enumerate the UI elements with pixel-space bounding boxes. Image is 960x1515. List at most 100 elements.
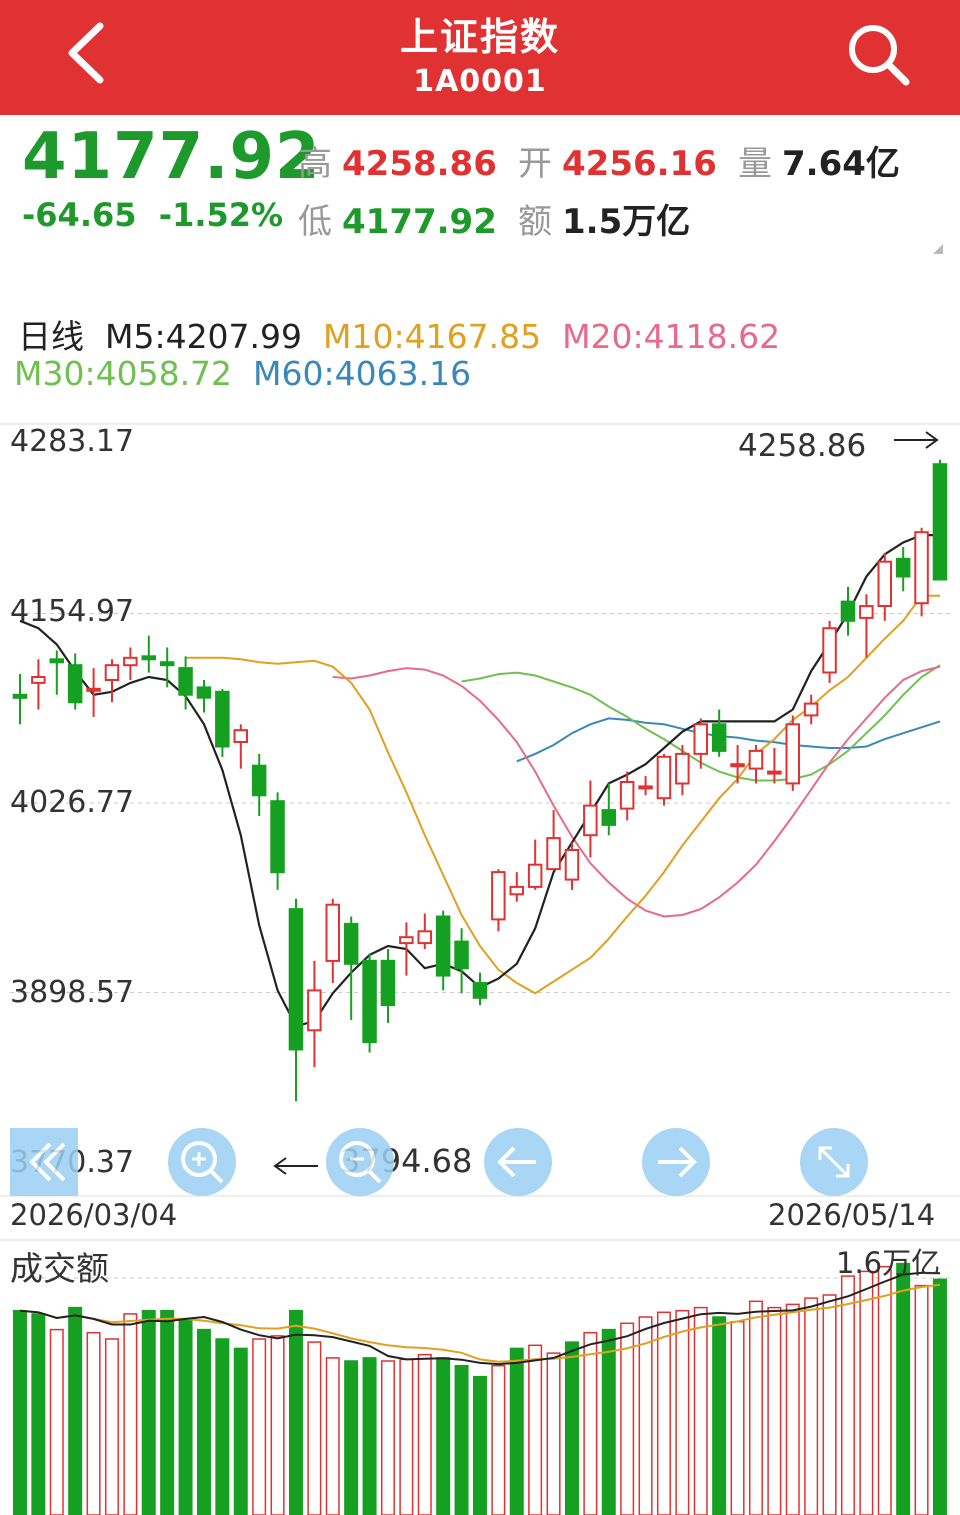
y-label-3: 4026.77 bbox=[10, 785, 135, 820]
volume-bar-up bbox=[675, 1309, 690, 1515]
volume-bar-down bbox=[233, 1347, 248, 1515]
volume-bar-up bbox=[252, 1338, 267, 1515]
volume-bar-up bbox=[49, 1328, 64, 1515]
volume-bar-up bbox=[859, 1270, 874, 1515]
zoom-in-icon[interactable] bbox=[168, 1128, 236, 1196]
volume-bar-up bbox=[730, 1320, 745, 1515]
candle-up bbox=[693, 723, 708, 755]
volume-bar-up bbox=[693, 1306, 708, 1515]
volume-bar-down bbox=[196, 1328, 211, 1515]
volume-bar-down bbox=[436, 1357, 451, 1515]
ma-line-m5 bbox=[19, 533, 940, 1028]
candle-up bbox=[730, 763, 745, 768]
candle-up bbox=[509, 885, 524, 896]
volume-bar-up bbox=[399, 1358, 414, 1515]
volume-bar-up bbox=[877, 1265, 892, 1515]
volume-bar-up bbox=[840, 1275, 855, 1515]
candle-up bbox=[656, 755, 672, 800]
volume-bar-up bbox=[380, 1360, 395, 1515]
volume-bar-up bbox=[914, 1284, 929, 1515]
candle-up bbox=[914, 531, 929, 605]
candle-up bbox=[583, 804, 598, 837]
candle-down bbox=[215, 690, 230, 748]
candle-down bbox=[196, 686, 212, 699]
ma-line-m20 bbox=[332, 665, 941, 918]
candle-up bbox=[877, 560, 892, 608]
arrow-right-marker-icon bbox=[894, 431, 939, 449]
volume-bar-up bbox=[104, 1338, 119, 1515]
candle-down bbox=[362, 959, 377, 1044]
volume-chart-label: 成交额 bbox=[10, 1249, 109, 1288]
volume-bar-up bbox=[767, 1306, 782, 1515]
candle-up bbox=[675, 752, 690, 785]
volume-bar-down bbox=[472, 1375, 487, 1515]
candle-up bbox=[638, 785, 653, 790]
candle-up bbox=[307, 989, 322, 1032]
volume-bar-up bbox=[270, 1335, 285, 1515]
volume-bar-up bbox=[528, 1344, 543, 1515]
volume-bar-down bbox=[288, 1309, 303, 1515]
y-label-4: 3898.57 bbox=[10, 975, 135, 1010]
volume-bar-down bbox=[344, 1360, 359, 1515]
candle-up bbox=[527, 863, 543, 888]
volume-max-label: 1.6万亿 bbox=[836, 1246, 941, 1280]
zoom-out-icon[interactable] bbox=[326, 1128, 394, 1196]
candle-down bbox=[270, 800, 285, 874]
candle-down bbox=[159, 661, 175, 667]
arrow-right-icon[interactable] bbox=[642, 1128, 710, 1196]
candle-down bbox=[343, 922, 359, 965]
candle-up bbox=[123, 656, 138, 667]
volume-bar-down bbox=[12, 1309, 27, 1515]
double-chevron-left-icon[interactable] bbox=[10, 1128, 78, 1196]
volume-bar-up bbox=[822, 1294, 837, 1515]
volume-bar-down bbox=[215, 1338, 230, 1515]
volume-bar-up bbox=[656, 1311, 671, 1515]
volume-bar-down bbox=[362, 1357, 377, 1515]
volume-bar-down bbox=[564, 1341, 579, 1515]
volume-bar-down bbox=[454, 1364, 469, 1515]
volume-bar-up bbox=[620, 1322, 635, 1515]
y-label-2: 4154.97 bbox=[10, 594, 135, 629]
volume-bar-down bbox=[68, 1306, 83, 1515]
volume-bar-down bbox=[712, 1316, 727, 1515]
volume-bar-down bbox=[31, 1313, 46, 1515]
arrow-left-marker-icon bbox=[273, 1157, 318, 1175]
volume-bar-up bbox=[638, 1316, 653, 1515]
candle-up bbox=[748, 749, 764, 770]
candle-down bbox=[12, 693, 28, 699]
volume-bar-up bbox=[748, 1300, 763, 1515]
volume-bar-down bbox=[601, 1328, 616, 1515]
arrow-left-icon[interactable] bbox=[484, 1128, 552, 1196]
candle-up bbox=[399, 936, 414, 945]
candle-down bbox=[178, 667, 193, 696]
candle-down bbox=[932, 463, 948, 581]
volume-bar-down bbox=[509, 1347, 524, 1515]
candle-up bbox=[86, 687, 101, 692]
candle-down bbox=[141, 655, 156, 661]
candle-up bbox=[325, 903, 340, 962]
volume-bar-down bbox=[896, 1262, 911, 1515]
volume-bar-up bbox=[325, 1357, 340, 1515]
volume-ma10-line bbox=[19, 1283, 941, 1363]
candle-down bbox=[454, 940, 469, 970]
volume-bar-down bbox=[141, 1309, 156, 1515]
volume-bar-up bbox=[583, 1331, 598, 1515]
kline-chart[interactable] bbox=[0, 0, 960, 1515]
y-label-top: 4283.17 bbox=[10, 424, 135, 459]
end-date: 2026/05/14 bbox=[768, 1198, 936, 1232]
ma-line-m60 bbox=[516, 717, 941, 763]
candle-up bbox=[859, 605, 874, 619]
volume-bar-down bbox=[178, 1319, 193, 1515]
volume-bar-up bbox=[546, 1352, 561, 1515]
candle-down bbox=[380, 959, 396, 1007]
candle-up bbox=[546, 837, 561, 871]
volume-bar-up bbox=[491, 1364, 506, 1515]
fullscreen-icon[interactable] bbox=[800, 1128, 868, 1196]
candle-up bbox=[803, 702, 819, 717]
candle-up bbox=[822, 627, 837, 674]
candle-up bbox=[417, 930, 432, 945]
candle-up bbox=[564, 849, 580, 881]
volume-bar-up bbox=[804, 1297, 819, 1515]
candle-down bbox=[711, 723, 727, 752]
high-marker-label: 4258.86 bbox=[738, 428, 867, 464]
